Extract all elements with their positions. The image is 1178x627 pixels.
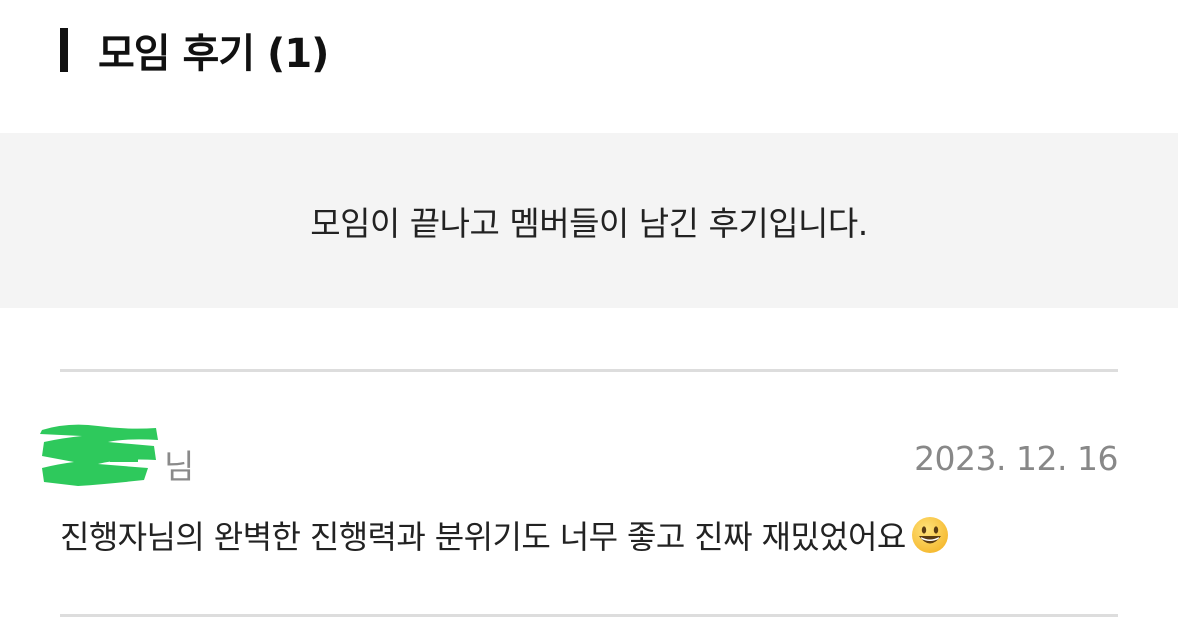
smiling-face-icon [911, 517, 948, 553]
review-meta: 님 2023. 12. 16 [40, 420, 1118, 498]
review-date: 2023. 12. 16 [914, 439, 1118, 478]
review-text: 진행자님의 완벽한 진행력과 분위기도 너무 좋고 진짜 재밌었어요 [60, 518, 906, 556]
section-header: 모임 후기 (1) [60, 26, 329, 77]
notice-text: 모임이 끝나고 멤버들이 남긴 후기입니다. [310, 203, 868, 243]
author-suffix: 님 [164, 447, 195, 486]
review-item: 님 2023. 12. 16 진행자님의 완벽한 진행력과 분위기도 너무 좋고… [40, 372, 1118, 614]
author-redaction-mark [40, 424, 158, 486]
header-accent-bar [60, 28, 68, 72]
page-title: 모임 후기 (1) [98, 31, 329, 77]
reviews-page: 모임 후기 (1) 모임이 끝나고 멤버들이 남긴 후기입니다. 님 2023.… [0, 0, 1178, 627]
notice-box: 모임이 끝나고 멤버들이 남긴 후기입니다. [0, 133, 1178, 308]
divider-bottom [60, 614, 1118, 617]
review-body: 진행자님의 완벽한 진행력과 분위기도 너무 좋고 진짜 재밌었어요 [60, 512, 950, 558]
